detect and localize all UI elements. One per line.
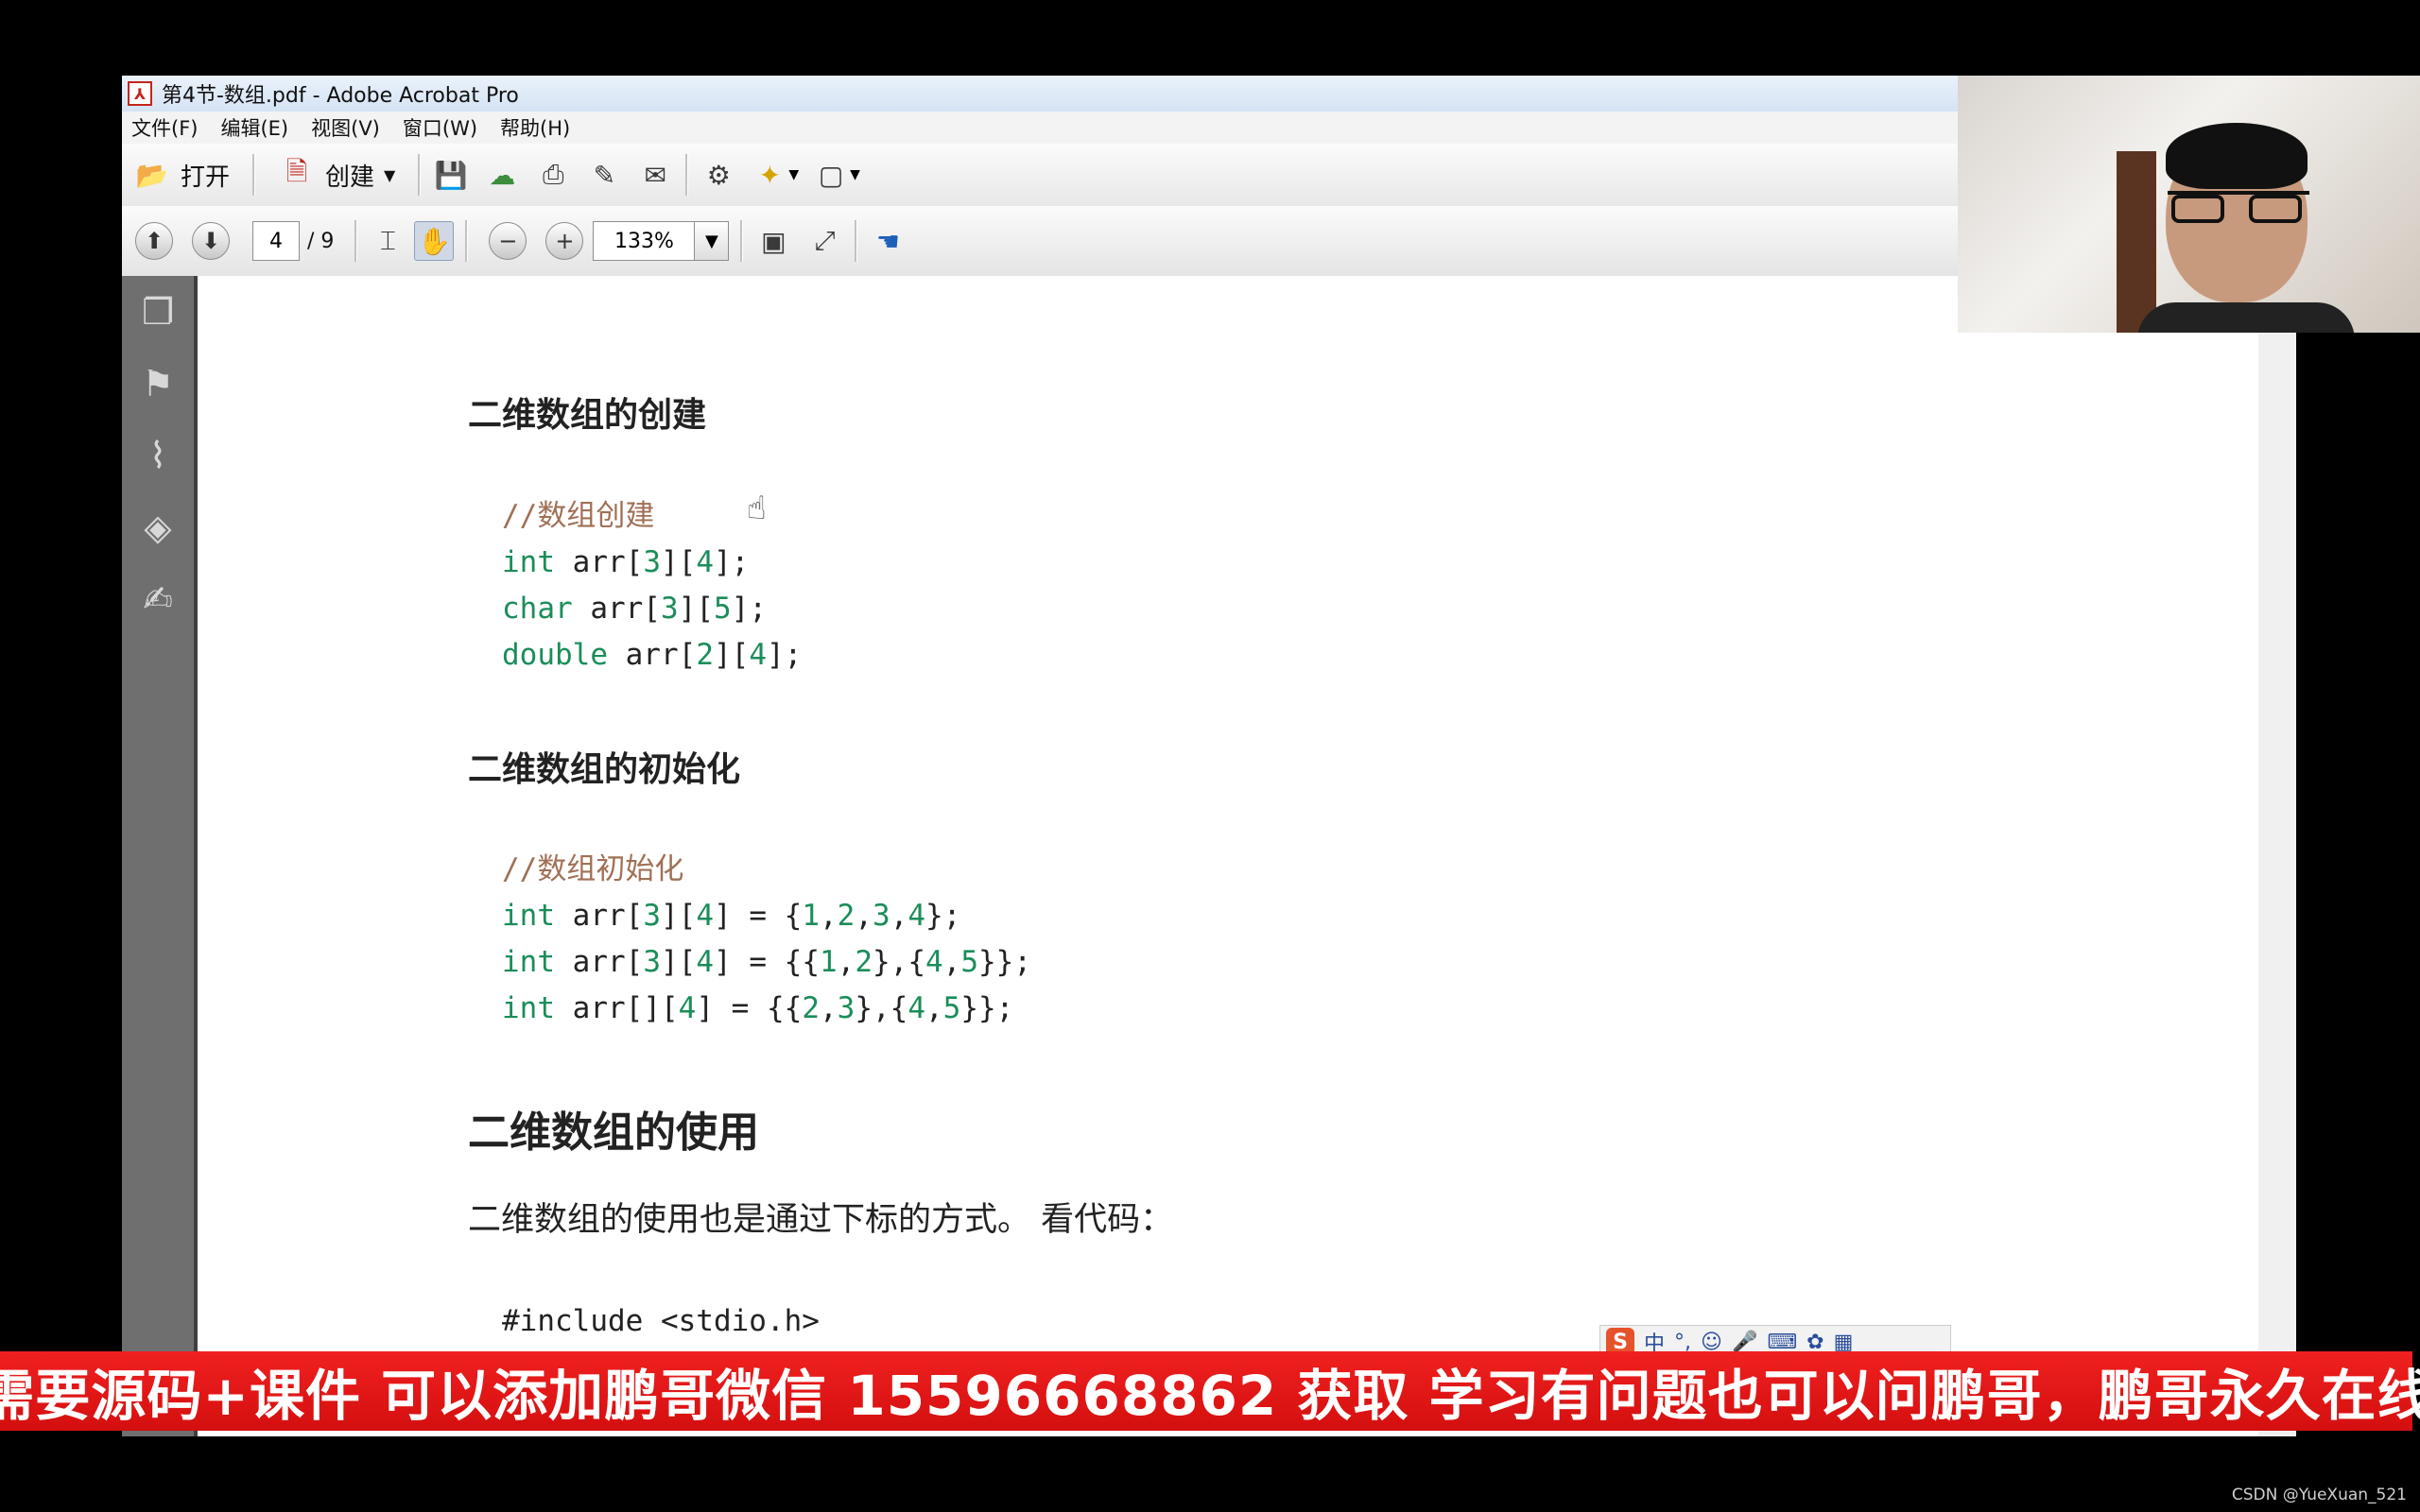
webcam-door bbox=[2117, 151, 2156, 333]
create-pdf-icon: 🗎 bbox=[285, 156, 308, 187]
open-label: 打开 bbox=[181, 163, 231, 192]
edit-icon[interactable]: ✎ bbox=[585, 156, 623, 194]
code-line: int arr[3][4]; bbox=[502, 545, 750, 579]
next-page-button[interactable]: ⬇ bbox=[192, 222, 230, 260]
microphone-icon[interactable]: 🎤 bbox=[1732, 1331, 1757, 1354]
toolbar-separator bbox=[465, 220, 469, 262]
print-icon[interactable]: ⎙ bbox=[534, 156, 572, 194]
presenter-shirt bbox=[2137, 302, 2355, 333]
hand-cursor-icon: ☝ bbox=[747, 490, 767, 527]
zoom-level-input[interactable]: 133% bbox=[593, 221, 696, 261]
toolbar-separator bbox=[685, 154, 689, 196]
webcam-overlay bbox=[1958, 76, 2420, 333]
code-line: //数组初始化 bbox=[502, 852, 684, 886]
keyboard-icon[interactable]: ⌨ bbox=[1767, 1331, 1797, 1354]
pdf-page: 二维数组的创建 //数组创建 int arr[3][4]; char arr[3… bbox=[198, 276, 2258, 1436]
code-line: int arr[][4] = {{2,3},{4,5}}; bbox=[502, 991, 1014, 1025]
use-paragraph: 二维数组的使用也是通过下标的方式。 看代码： bbox=[468, 1201, 1174, 1239]
signature-icon[interactable]: ✍ bbox=[122, 563, 194, 635]
promo-banner: 需要源码+课件 可以添加鹏哥微信 15596668862 获取 学习有问题也可以… bbox=[0, 1351, 2420, 1431]
toolbar-separator bbox=[740, 220, 744, 262]
create-label: 创建 bbox=[325, 163, 375, 192]
heading-use: 二维数组的使用 bbox=[468, 1108, 759, 1157]
toolbar-separator bbox=[855, 220, 858, 262]
menu-window[interactable]: 窗口(W) bbox=[393, 113, 491, 142]
code-init: //数组初始化 int arr[3][4] = {1,2,3,4}; int a… bbox=[502, 847, 1031, 1032]
emoji-icon[interactable]: ☺ bbox=[1701, 1331, 1722, 1354]
menu-edit[interactable]: 编辑(E) bbox=[211, 113, 302, 142]
menu-help[interactable]: 帮助(H) bbox=[491, 113, 583, 142]
hand-tool-icon[interactable]: ✋ bbox=[414, 221, 455, 261]
email-icon[interactable]: ✉ bbox=[636, 156, 674, 194]
fit-width-icon[interactable]: ⤢ bbox=[805, 222, 843, 260]
pages-icon[interactable]: ❐ bbox=[122, 276, 194, 348]
chevron-down-icon: ▼ bbox=[384, 165, 396, 184]
code-line: int arr[3][4] = {1,2,3,4}; bbox=[502, 899, 961, 933]
gear-icon[interactable]: ⚙ bbox=[700, 156, 737, 194]
code-line: double arr[2][4]; bbox=[502, 638, 803, 672]
select-tool-icon[interactable]: ⌶ bbox=[369, 222, 406, 260]
acrobat-icon: ⅄ bbox=[128, 81, 152, 106]
skin-icon[interactable]: ✿ bbox=[1806, 1331, 1824, 1354]
menu-file[interactable]: 文件(F) bbox=[122, 113, 211, 142]
punctuation-icon[interactable]: °, bbox=[1674, 1331, 1691, 1354]
toolbar-separator bbox=[354, 220, 358, 262]
navigation-pane: ❐ ⚑ ⌇ ◈ ✍ bbox=[122, 276, 198, 1436]
customize-icon[interactable]: ▢ bbox=[812, 156, 850, 194]
chevron-down-icon[interactable]: ▼ bbox=[788, 167, 799, 182]
zoom-dropdown-chevron-icon[interactable]: ▼ bbox=[695, 221, 730, 261]
code-line: int arr[3][4] = {{1,2},{4,5}}; bbox=[502, 945, 1032, 979]
read-mode-hand-icon[interactable]: ☚ bbox=[869, 222, 907, 260]
folder-icon: 📂 bbox=[135, 159, 169, 191]
presenter-hair bbox=[2166, 123, 2308, 189]
menu-view[interactable]: 视图(V) bbox=[302, 113, 393, 142]
heading-create: 二维数组的创建 bbox=[468, 396, 707, 435]
chevron-down-icon[interactable]: ▼ bbox=[850, 167, 860, 182]
upload-cloud-icon[interactable]: ☁ bbox=[483, 156, 521, 194]
heading-init: 二维数组的初始化 bbox=[468, 750, 741, 789]
tools-icon[interactable]: ▦ bbox=[1834, 1331, 1854, 1354]
code-line: char arr[3][5]; bbox=[502, 592, 767, 626]
presenter-glasses bbox=[2168, 191, 2309, 227]
watermark: CSDN @YueXuan_521 bbox=[2231, 1486, 2407, 1504]
layers-icon[interactable]: ◈ bbox=[122, 491, 194, 563]
toolbar-separator bbox=[252, 154, 256, 196]
zoom-in-button[interactable]: + bbox=[545, 222, 584, 260]
page-total: / 9 bbox=[307, 229, 335, 253]
toolbar-separator bbox=[418, 154, 422, 196]
window-title: 第4节-数组.pdf - Adobe Acrobat Pro bbox=[162, 84, 519, 108]
attachment-icon[interactable]: ⌇ bbox=[122, 420, 194, 491]
previous-page-button[interactable]: ⬆ bbox=[135, 222, 173, 260]
open-button[interactable]: 📂 打开 bbox=[122, 150, 241, 199]
create-button[interactable]: 🗎 创建 ▼ bbox=[267, 150, 406, 199]
page-number-input[interactable]: 4 bbox=[252, 221, 300, 261]
code-line: #include <stdio.h> bbox=[502, 1304, 820, 1338]
fit-page-icon[interactable]: ▣ bbox=[754, 222, 792, 260]
bookmark-icon[interactable]: ⚑ bbox=[122, 348, 194, 420]
sign-icon[interactable]: ✦ bbox=[751, 156, 788, 194]
zoom-out-button[interactable]: − bbox=[489, 222, 527, 260]
save-icon[interactable]: 💾 bbox=[432, 156, 470, 194]
